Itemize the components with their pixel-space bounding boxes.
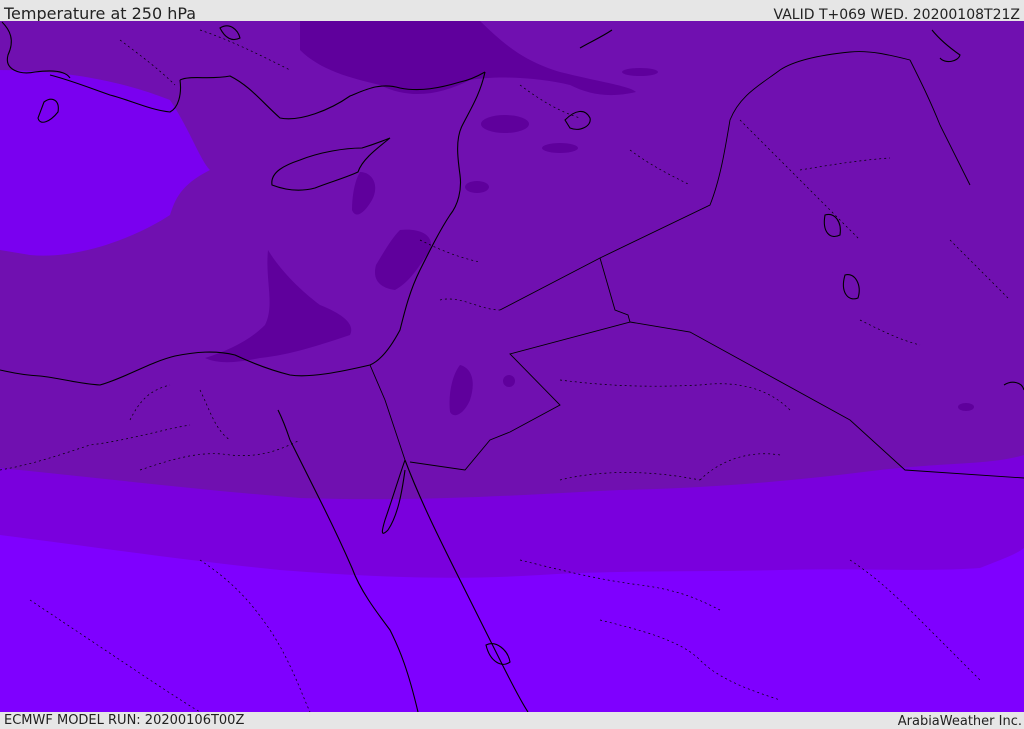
header-bar: Temperature at 250 hPa VALID T+069 WED. … [0,0,1024,23]
cold-core-syria [481,115,529,133]
cold-core-syria-2 [542,143,578,153]
footer-bar: ECMWF MODEL RUN: 20200106T00Z ArabiaWeat… [0,712,1024,729]
credit-label: ArabiaWeather Inc. [897,714,1022,729]
cold-core-jordan [503,375,515,387]
weather-map [0,21,1024,712]
cold-core-aleppo [465,181,489,193]
cold-core-iraq [958,403,974,411]
model-run-label: ECMWF MODEL RUN: 20200106T00Z [4,713,245,728]
cold-core-caspian [622,68,658,76]
